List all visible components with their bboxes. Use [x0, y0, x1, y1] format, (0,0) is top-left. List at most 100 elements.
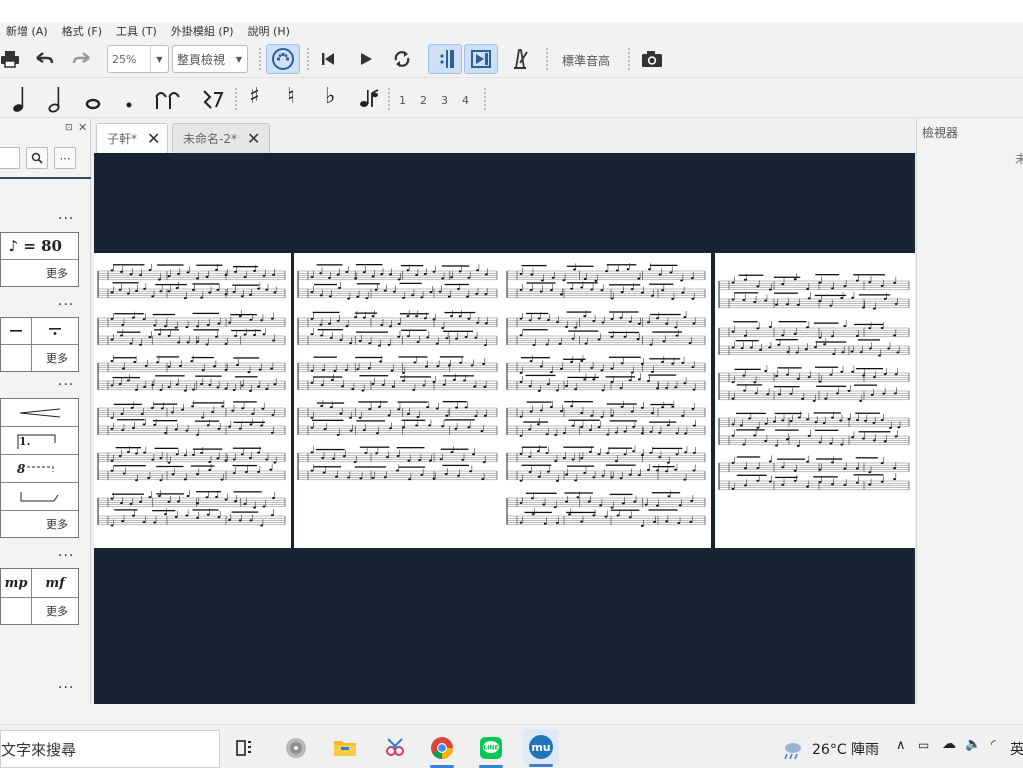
zoom-select[interactable]: 25% ▼: [107, 45, 169, 73]
notehead: [883, 373, 887, 376]
input-language-indicator[interactable]: 英: [1010, 739, 1023, 759]
notehead: [807, 297, 811, 300]
notehead: [177, 500, 180, 503]
notehead: [310, 369, 314, 372]
battery-icon[interactable]: ▭: [918, 738, 929, 752]
score-page-1[interactable]: [94, 253, 291, 548]
volume-icon[interactable]: 🔈: [965, 737, 981, 752]
rewind-icon[interactable]: [318, 49, 338, 69]
redo-icon[interactable]: [70, 48, 94, 70]
palette-more-dots[interactable]: ...: [58, 676, 74, 692]
metronome-icon[interactable]: [508, 48, 532, 70]
notehead: [545, 452, 549, 455]
view-mode-select[interactable]: 整頁檢視 ▼: [172, 45, 248, 73]
palette-more-dots[interactable]: ...: [58, 373, 74, 389]
notehead: [851, 296, 855, 299]
beam: [317, 329, 343, 331]
loop-icon[interactable]: [391, 48, 413, 70]
palette-menu-button[interactable]: ⋯: [54, 147, 76, 169]
palette-more-dots[interactable]: ...: [58, 207, 74, 223]
svg-text:LINE: LINE: [483, 745, 498, 752]
flat-icon[interactable]: ♭: [325, 84, 335, 109]
undo-icon[interactable]: [32, 48, 56, 70]
sharp-icon[interactable]: ♯: [249, 84, 260, 109]
close-icon[interactable]: ✕: [78, 121, 87, 134]
play-icon[interactable]: [356, 49, 376, 69]
notehead: [883, 440, 887, 443]
beam: [526, 401, 552, 403]
tenuto-cell[interactable]: [1, 318, 31, 344]
weather-text[interactable]: 26°C 陣雨: [812, 739, 879, 759]
score-page-3[interactable]: [503, 253, 711, 548]
dynamic-mp-cell[interactable]: mp: [1, 569, 31, 597]
notehead: [328, 322, 331, 325]
hairpin-cell[interactable]: [1, 399, 78, 427]
close-icon[interactable]: ✕: [247, 129, 260, 148]
notehead: [580, 360, 584, 363]
ottava-cell[interactable]: 8: [1, 455, 78, 483]
natural-icon[interactable]: ♮: [287, 84, 295, 109]
menu-format[interactable]: 格式 (F): [62, 23, 102, 39]
flip-direction-icon[interactable]: [357, 86, 381, 112]
palette-more-button[interactable]: 更多: [1, 260, 78, 286]
score-canvas[interactable]: [94, 153, 915, 704]
half-note-icon[interactable]: [46, 84, 64, 114]
pan-score-icon[interactable]: [464, 44, 498, 74]
dynamic-mf-cell[interactable]: mf: [31, 569, 78, 597]
wifi-icon[interactable]: ◜: [991, 737, 996, 751]
quarter-note-icon[interactable]: [10, 84, 28, 114]
palette-more-dots[interactable]: ...: [58, 544, 74, 560]
palette-more-button[interactable]: 更多: [1, 511, 78, 537]
augmentation-dot-icon[interactable]: [124, 100, 134, 110]
beam: [566, 465, 595, 467]
undock-icon[interactable]: ⊡: [65, 123, 73, 133]
voice-4-button[interactable]: 4: [462, 94, 469, 107]
palette-more-button[interactable]: 更多: [31, 345, 78, 371]
camera-icon[interactable]: [640, 48, 664, 70]
notehead: [893, 467, 896, 470]
musescore-icon[interactable]: mu: [523, 729, 559, 767]
taskbar-search-input[interactable]: 文字來搜尋: [0, 730, 220, 768]
menu-tools[interactable]: 工具 (T): [116, 23, 157, 39]
pedal-cell[interactable]: [1, 483, 78, 511]
concert-pitch-toggle[interactable]: 標準音高: [562, 52, 610, 69]
chevron-up-icon[interactable]: ∧: [896, 738, 906, 753]
notehead: [392, 290, 396, 293]
menu-help[interactable]: 說明 (H): [248, 23, 290, 39]
tie-icon[interactable]: [152, 86, 182, 112]
midi-input-icon[interactable]: [266, 44, 300, 74]
notehead: [257, 470, 260, 473]
tab-score-2[interactable]: 未命名-2* ✕: [172, 123, 270, 153]
voice-2-button[interactable]: 2: [420, 94, 427, 107]
line-app-icon[interactable]: LINE: [477, 734, 505, 768]
print-icon[interactable]: [0, 48, 20, 70]
whole-note-icon[interactable]: [84, 96, 102, 112]
menu-add[interactable]: 新增 (A): [6, 23, 48, 39]
palette-search-input[interactable]: [0, 147, 20, 169]
chrome-icon[interactable]: [428, 734, 456, 768]
metronome-repeat-icon[interactable]: [428, 44, 462, 74]
voice-3-button[interactable]: 3: [441, 94, 448, 107]
score-page-2[interactable]: [294, 253, 503, 548]
close-icon[interactable]: ✕: [147, 129, 160, 148]
tab-score-1[interactable]: 子軒* ✕: [96, 123, 168, 153]
file-explorer-icon[interactable]: [331, 734, 359, 762]
voice-1-button[interactable]: 1: [399, 94, 406, 107]
palette-more-button[interactable]: 更多: [31, 598, 78, 624]
search-icon[interactable]: [26, 147, 48, 169]
tenuto-staccato-cell[interactable]: [31, 318, 78, 344]
media-player-icon[interactable]: [282, 734, 310, 762]
notehead: [580, 520, 584, 523]
volta-cell[interactable]: 1.: [1, 427, 78, 455]
tempo-cell[interactable]: ♪ = 80: [1, 233, 78, 259]
rest-icon[interactable]: [198, 86, 226, 112]
snip-sketch-icon[interactable]: [381, 734, 409, 762]
task-view-icon[interactable]: [232, 734, 260, 762]
notehead: [775, 375, 778, 378]
palette-more-dots[interactable]: ...: [58, 293, 74, 309]
score-page-4[interactable]: [715, 253, 915, 548]
notehead: [474, 415, 478, 418]
notehead: [200, 296, 203, 299]
onedrive-icon[interactable]: ☁: [942, 736, 956, 752]
menu-plugins[interactable]: 外掛模組 (P): [171, 23, 234, 39]
